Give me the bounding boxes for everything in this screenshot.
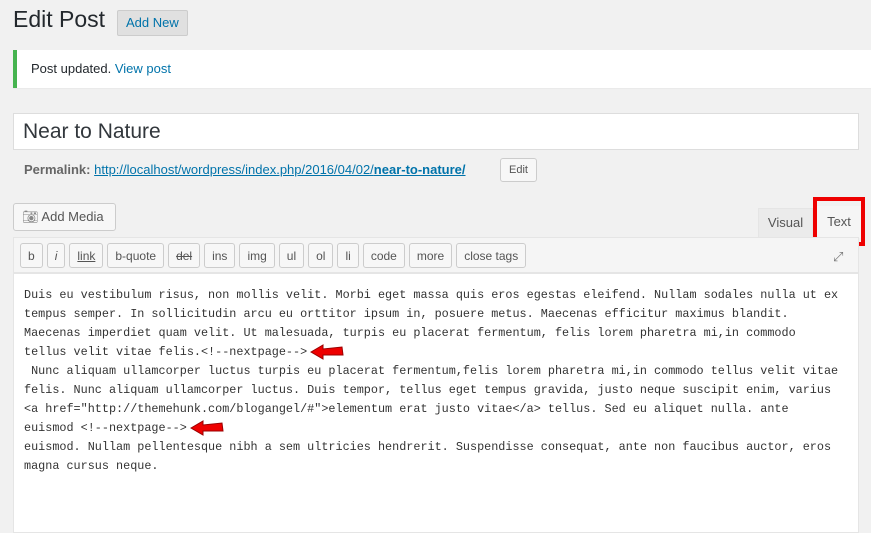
quicktag-close-tags-button[interactable]: close tags xyxy=(456,243,527,268)
content-line: <a href="http://themehunk.com/blogangel/… xyxy=(24,402,789,417)
quicktag-ol-button[interactable]: ol xyxy=(308,243,334,268)
add-media-button[interactable]: 📷︎ Add Media xyxy=(13,203,116,231)
quicktag-link-button[interactable]: link xyxy=(69,243,104,268)
permalink: Permalink: http://localhost/wordpress/in… xyxy=(24,161,466,179)
red-arrow-icon xyxy=(310,344,344,360)
content-line: euismod <!--nextpage--> xyxy=(24,419,858,438)
edit-permalink-button[interactable]: Edit xyxy=(500,158,537,182)
content-line: tempus semper. In sollicitudin arcu eu o… xyxy=(24,307,789,321)
view-post-link[interactable]: View post xyxy=(115,61,171,76)
media-icon: 📷︎ xyxy=(22,209,39,224)
permalink-label: Permalink: xyxy=(24,162,91,177)
quicktag-code-button[interactable]: code xyxy=(362,243,405,268)
content-line: tellus velit vitae felis.<!--nextpage--> xyxy=(24,343,858,362)
post-title-input[interactable]: Near to Nature xyxy=(13,113,859,150)
content-textarea[interactable]: Duis eu vestibulum risus, non mollis vel… xyxy=(13,273,859,533)
content-line: Maecenas imperdiet quam velit. Ut malesu… xyxy=(24,326,796,340)
quicktag-img-button[interactable]: img xyxy=(239,243,275,268)
tab-text[interactable]: Text xyxy=(817,206,861,238)
add-new-button[interactable]: Add New xyxy=(117,10,188,36)
content-line: euismod. Nullam pellentesque nibh a sem … xyxy=(24,440,832,455)
quicktag-li-button[interactable]: li xyxy=(337,243,359,268)
permalink-link[interactable]: http://localhost/wordpress/index.php/201… xyxy=(94,162,465,177)
quicktag-ins-button[interactable]: ins xyxy=(204,243,236,268)
quicktag-del-button[interactable]: del xyxy=(168,243,201,268)
quicktag-i-button[interactable]: i xyxy=(46,243,66,268)
content-line: Duis eu vestibulum risus, non mollis vel… xyxy=(24,288,839,302)
quicktags-toolbar: b i link b-quote del ins img ul ol li code more clos… xyxy=(13,237,859,273)
add-media-label: Add Media xyxy=(41,209,104,224)
page-title: Edit Post xyxy=(13,6,106,32)
post-updated-notice: Post updated. View post xyxy=(13,50,871,88)
red-arrow-icon xyxy=(189,420,224,436)
quicktag-ul-button[interactable]: ul xyxy=(278,243,305,268)
content-line: felis. Nunc aliquam ullamcorper luctus. … xyxy=(24,383,832,398)
notice-text: Post updated. xyxy=(31,61,112,76)
content-line: Nunc aliquam ullamcorper luctus turpis e… xyxy=(24,364,839,379)
quicktag-more-button[interactable]: more xyxy=(408,243,453,268)
content-line: magna cursus neque. xyxy=(24,459,159,474)
fullscreen-icon[interactable]: ⤢ xyxy=(833,249,843,265)
quicktag-b-button[interactable]: b xyxy=(20,243,43,268)
tab-visual[interactable]: Visual xyxy=(758,208,813,237)
quicktag-b-quote-button[interactable]: b-quote xyxy=(107,243,165,268)
